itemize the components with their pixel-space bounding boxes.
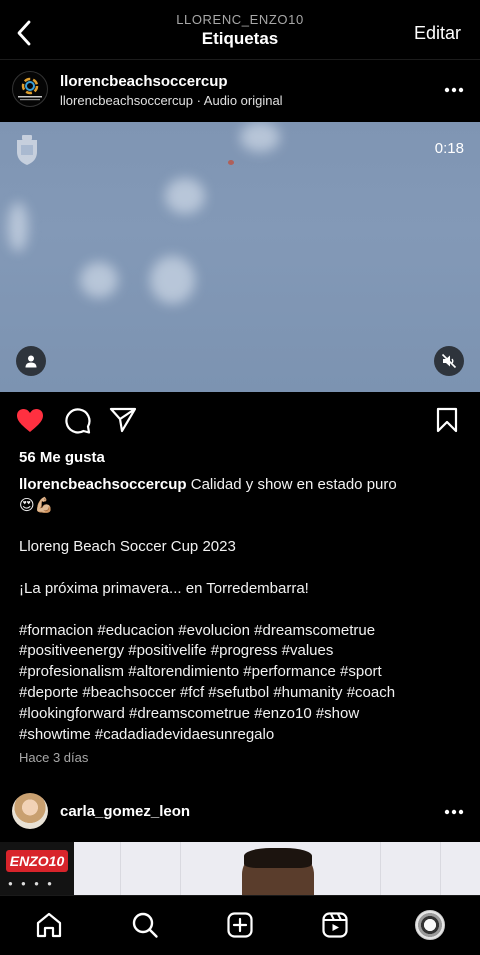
cup-logo-icon (18, 77, 42, 101)
search-icon (132, 912, 158, 938)
backdrop-stripe (120, 842, 121, 895)
hashtag-line[interactable]: #positiveenergy #positivelife #progress … (19, 641, 467, 662)
nav-home[interactable] (33, 909, 65, 941)
post-username[interactable]: llorencbeachsoccercup (60, 73, 228, 90)
backdrop-stripe (380, 842, 381, 895)
post-caption: llorencbeachsoccercup Calidad y show en … (19, 475, 467, 745)
more-horizontal-icon (444, 809, 464, 815)
post-avatar[interactable] (12, 71, 48, 107)
sky-cloud (150, 256, 195, 304)
hashtag-line[interactable]: #profesionalism #altorendimiento #perfor… (19, 662, 467, 683)
sky-cloud (8, 202, 28, 252)
post2-header: carla_gomez_leon (0, 790, 480, 836)
bookmark-icon (436, 407, 458, 433)
post2-avatar[interactable] (12, 793, 48, 829)
create-icon (227, 912, 253, 938)
comment-button[interactable] (62, 406, 92, 434)
caption-username[interactable]: llorencbeachsoccercup (19, 476, 187, 493)
likes-count[interactable]: 56 Me gusta (19, 449, 105, 466)
hashtag-line[interactable]: #lookingforward #dreamscometrue #enzo10 … (19, 704, 467, 725)
sky-cloud (165, 178, 205, 214)
user-icon (25, 355, 37, 368)
top-bar: LLORENC_ENZO10 Etiquetas Editar (0, 0, 480, 60)
tagged-people-button[interactable] (16, 346, 46, 376)
heart-filled-icon (17, 408, 43, 432)
team-crest-icon (17, 135, 37, 165)
save-button[interactable] (432, 406, 462, 434)
backdrop-stripe (440, 842, 441, 895)
more-horizontal-icon (444, 87, 464, 93)
backdrop-stripe (180, 842, 181, 895)
caption-line: ¡La próxima primavera... en Torredembarr… (19, 579, 309, 597)
header-titles: LLORENC_ENZO10 Etiquetas (0, 12, 480, 49)
like-button[interactable] (15, 406, 45, 434)
sky-cloud (240, 122, 280, 152)
nav-profile[interactable] (414, 909, 446, 941)
page-title: Etiquetas (201, 29, 279, 48)
edit-button[interactable]: Editar (414, 23, 461, 44)
mute-button[interactable] (434, 346, 464, 376)
more-options-button[interactable] (442, 78, 466, 102)
comment-icon (64, 407, 91, 434)
post2-username[interactable]: carla_gomez_leon (60, 803, 190, 820)
caption-emoji: 😍💪🏼 (19, 496, 54, 514)
post-timestamp: Hace 3 días (19, 750, 89, 765)
post-header: llorencbeachsoccercup llorencbeachsoccer… (0, 60, 480, 122)
post-audio-label[interactable]: llorencbeachsoccercup · Audio original (60, 93, 283, 108)
player-hair (244, 848, 312, 868)
bottom-nav (0, 895, 480, 955)
nav-search[interactable] (129, 909, 161, 941)
share-button[interactable] (108, 406, 138, 434)
nav-create[interactable] (224, 909, 256, 941)
post2-media[interactable]: ENZO10 ● ● ● ● (0, 842, 480, 895)
video-time: 0:18 (434, 140, 464, 157)
nav-reels[interactable] (319, 909, 351, 941)
caption-line: Lloreng Beach Soccer Cup 2023 (19, 538, 236, 556)
social-icons: ● ● ● ● (8, 879, 55, 888)
speaker-muted-icon (441, 353, 457, 369)
hashtag-line[interactable]: #showtime #cadadiadevidaesunregalo (19, 725, 467, 746)
home-icon (36, 912, 62, 938)
brand-badge: ENZO10 ● ● ● ● (0, 842, 74, 895)
brand-logo: ENZO10 (6, 850, 68, 872)
sky-cloud (80, 262, 118, 298)
hashtag-line[interactable]: #deporte #beachsoccer #fcf #sefutbol #hu… (19, 683, 467, 704)
reels-icon (322, 912, 348, 938)
sky-speck (228, 160, 234, 165)
post-video[interactable]: 0:18 (0, 122, 480, 392)
profile-avatar (415, 910, 445, 940)
more-options-button[interactable] (442, 800, 466, 824)
caption-text: Calidad y show en estado puro (190, 476, 397, 493)
profile-username: LLORENC_ENZO10 (176, 12, 304, 27)
post-actions (0, 392, 480, 448)
send-icon (109, 407, 137, 433)
hashtag-line[interactable]: #formacion #educacion #evolucion #dreams… (19, 621, 467, 642)
